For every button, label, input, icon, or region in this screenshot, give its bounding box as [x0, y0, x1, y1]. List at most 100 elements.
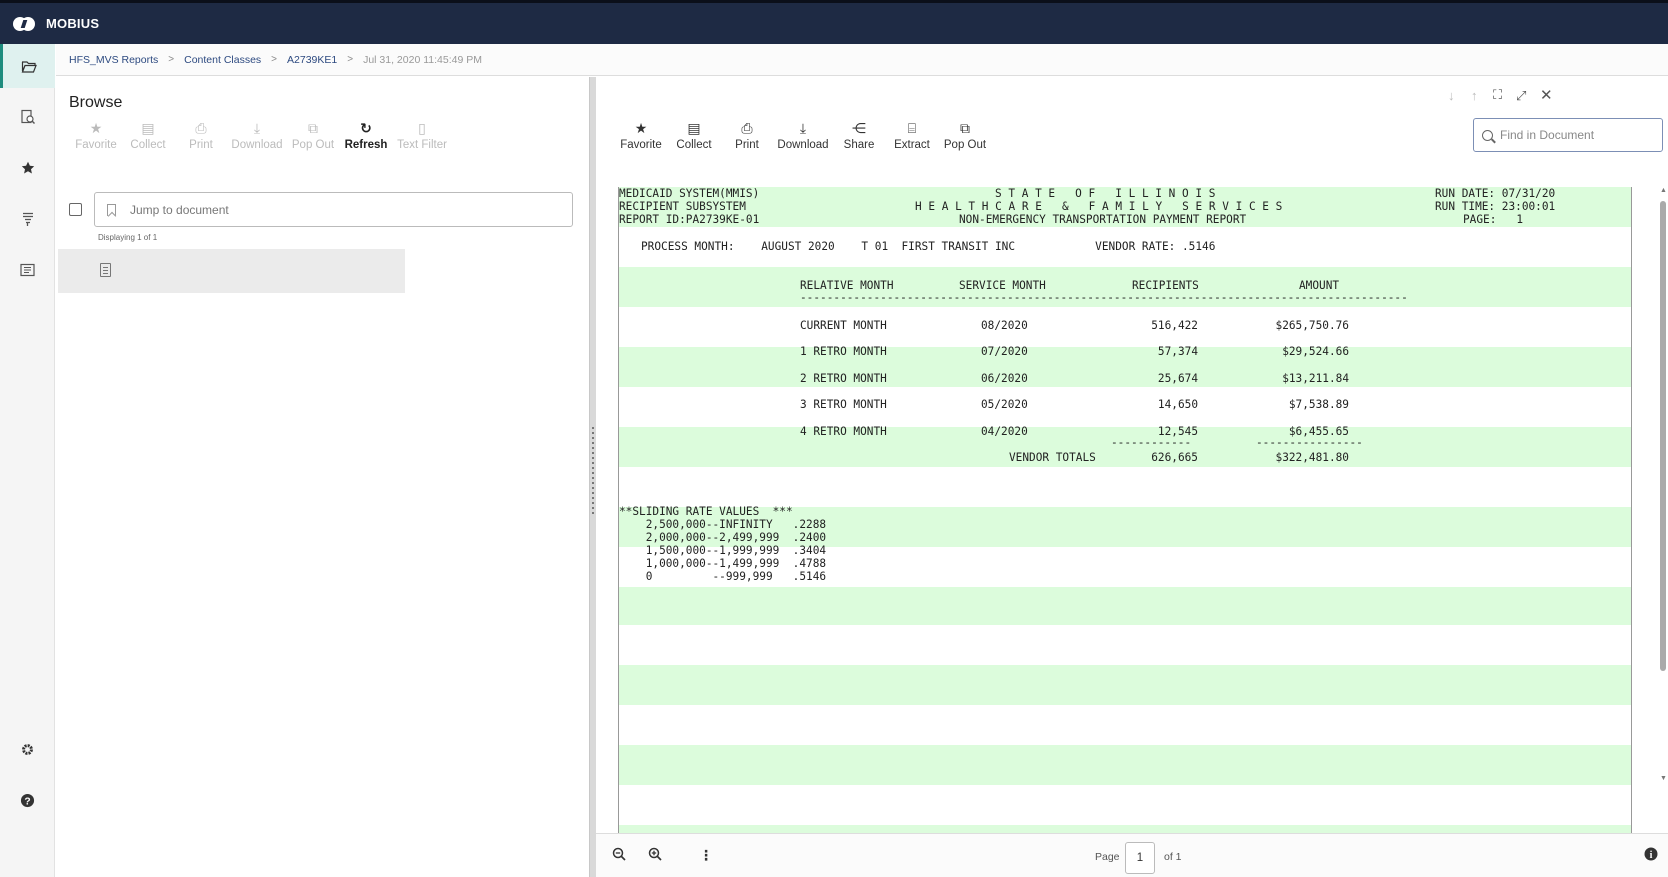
- svg-text:?: ?: [24, 796, 30, 807]
- row-label: CURRENT MONTH: [800, 319, 887, 332]
- extract-label: Extract: [894, 139, 930, 151]
- sliding-row: 1,000,000--1,499,999 .4788: [619, 557, 827, 570]
- close-icon[interactable]: ✕: [1540, 86, 1553, 104]
- gear-icon[interactable]: [0, 727, 55, 771]
- collect-button[interactable]: ▤ Collect: [123, 117, 173, 151]
- breadcrumb-item[interactable]: A2739KE1: [287, 54, 337, 66]
- header-center-line: H E A L T H C A R E & F A M I L Y S E R …: [915, 200, 1283, 213]
- share-icon: ⋲: [852, 120, 866, 136]
- svg-text:i: i: [1650, 850, 1653, 861]
- bookmark-icon: [107, 203, 116, 216]
- more-options-icon[interactable]: ⋮: [699, 847, 713, 864]
- sliding-row: 1,500,000--1,999,999 .3404: [619, 544, 827, 557]
- jump-to-document-input[interactable]: Jump to document: [94, 192, 573, 227]
- download-icon: ⤓: [799, 120, 807, 136]
- refresh-button[interactable]: ↻ Refresh: [341, 117, 391, 151]
- document-list-icon[interactable]: [0, 248, 55, 292]
- find-in-document-input[interactable]: Find in Document: [1473, 118, 1663, 152]
- chevron-right-icon: >: [347, 54, 354, 65]
- document-viewer: ↓ ↑ ⛶ ⤢ ✕ ★ Favorite ▤ Collect ⎙ Print ⤓…: [596, 77, 1668, 877]
- page-label: Page: [1095, 851, 1120, 863]
- extract-button[interactable]: ⌸ Extract: [886, 117, 938, 151]
- sliding-row: 0 --999,999 .5146: [619, 570, 827, 583]
- help-icon[interactable]: ?: [0, 778, 55, 822]
- document-scrollbar[interactable]: ▲ ▼: [1659, 187, 1668, 787]
- breadcrumb-item[interactable]: HFS_MVS Reports: [69, 54, 158, 66]
- print-button[interactable]: ⎙ Print: [173, 117, 229, 151]
- refresh-label: Refresh: [344, 139, 388, 151]
- star-icon[interactable]: [0, 146, 55, 190]
- download-button[interactable]: ⤓ Download: [229, 117, 285, 151]
- arrow-up-icon[interactable]: ↑: [1471, 88, 1478, 103]
- row-recipients: 516,422: [1151, 319, 1198, 332]
- process-line: PROCESS MONTH: AUGUST 2020 T 01 FIRST TR…: [641, 240, 1216, 253]
- viewer-footer: ⋮ Page 1 of 1 i: [596, 833, 1668, 877]
- sliding-row: 2,500,000--INFINITY .2288: [619, 518, 827, 531]
- zoom-in-icon[interactable]: [648, 847, 662, 864]
- viewer-toolbar: ★ Favorite ▤ Collect ⎙ Print ⤓ Download …: [614, 117, 992, 151]
- fullscreen-icon[interactable]: ⛶: [1493, 87, 1502, 103]
- row-amount: $265,750.76: [1275, 319, 1349, 332]
- breadcrumb-current: Jul 31, 2020 11:45:49 PM: [363, 53, 482, 66]
- pop-out-button[interactable]: ⧉ Pop Out: [285, 117, 341, 151]
- totals-recipients: 626,665: [1151, 451, 1198, 464]
- page-number-input[interactable]: 1: [1125, 842, 1155, 874]
- browse-title: Browse: [69, 94, 123, 111]
- refresh-icon: ↻: [360, 120, 372, 136]
- row-label: 3 RETRO MONTH: [800, 398, 887, 411]
- breadcrumb: HFS_MVS Reports > Content Classes > A273…: [56, 44, 1668, 76]
- favorite-button[interactable]: ★ Favorite: [69, 117, 123, 151]
- favorite-button[interactable]: ★ Favorite: [614, 117, 668, 151]
- list-item[interactable]: [58, 249, 405, 293]
- totals-label: VENDOR TOTALS: [1009, 451, 1096, 464]
- pop-out-button[interactable]: ⧉ Pop Out: [938, 117, 992, 151]
- row-service-month: 06/2020: [981, 372, 1028, 385]
- row-label: 4 RETRO MONTH: [800, 425, 887, 438]
- text-filter-button[interactable]: ▯ Text Filter: [391, 117, 453, 151]
- page-total: of 1: [1164, 851, 1182, 863]
- info-icon[interactable]: i: [1644, 847, 1658, 864]
- subtotal-rule: ------------: [1111, 436, 1192, 449]
- row-amount: $29,524.66: [1282, 345, 1349, 358]
- app-header: MOBIUS: [0, 0, 1668, 44]
- collect-button[interactable]: ▤ Collect: [668, 117, 720, 151]
- document-search-icon[interactable]: [0, 95, 55, 139]
- download-label: Download: [231, 139, 283, 151]
- print-label: Print: [735, 139, 759, 151]
- zoom-out-icon[interactable]: [612, 847, 626, 864]
- filter-document-icon[interactable]: [0, 197, 55, 241]
- report-page: MEDICAID SYSTEM(MMIS) RECIPIENT SUBSYSTE…: [618, 187, 1632, 833]
- favorite-label: Favorite: [620, 139, 662, 151]
- select-all-checkbox[interactable]: [69, 203, 82, 216]
- star-icon: ★: [89, 120, 103, 136]
- collect-label: Collect: [130, 139, 166, 151]
- row-recipients: 25,674: [1157, 372, 1198, 385]
- jump-placeholder: Jump to document: [130, 202, 229, 217]
- left-rail: ?: [0, 44, 55, 877]
- scroll-down-icon[interactable]: ▼: [1660, 775, 1667, 782]
- row-label: 1 RETRO MONTH: [800, 345, 887, 358]
- download-label: Download: [777, 139, 829, 151]
- header-right-line: PAGE: 1: [1463, 213, 1524, 226]
- collect-icon: ▤: [141, 120, 155, 136]
- header-right-line: RUN DATE: 07/31/20: [1435, 187, 1556, 200]
- header-left-line: REPORT ID:PA2739KE-01: [619, 213, 760, 226]
- share-label: Share: [843, 139, 875, 151]
- text-filter-icon: ▯: [418, 120, 426, 136]
- folder-open-icon[interactable]: [0, 44, 55, 88]
- scroll-thumb[interactable]: [1660, 201, 1666, 671]
- app-title: MOBIUS: [46, 16, 100, 31]
- header-right-line: RUN TIME: 23:00:01: [1435, 200, 1556, 213]
- download-button[interactable]: ⤓ Download: [774, 117, 832, 151]
- print-button[interactable]: ⎙ Print: [720, 117, 774, 151]
- breadcrumb-item[interactable]: Content Classes: [184, 54, 261, 66]
- chevron-right-icon: >: [168, 54, 175, 65]
- pop-out-icon: ⧉: [960, 120, 970, 136]
- star-icon: ★: [634, 120, 648, 136]
- arrow-down-icon[interactable]: ↓: [1448, 88, 1455, 103]
- panel-splitter[interactable]: [589, 77, 596, 877]
- share-button[interactable]: ⋲ Share: [832, 117, 886, 151]
- expand-icon[interactable]: ⤢: [1516, 88, 1526, 104]
- scroll-up-icon[interactable]: ▲: [1660, 187, 1667, 194]
- chevron-right-icon: >: [271, 54, 278, 65]
